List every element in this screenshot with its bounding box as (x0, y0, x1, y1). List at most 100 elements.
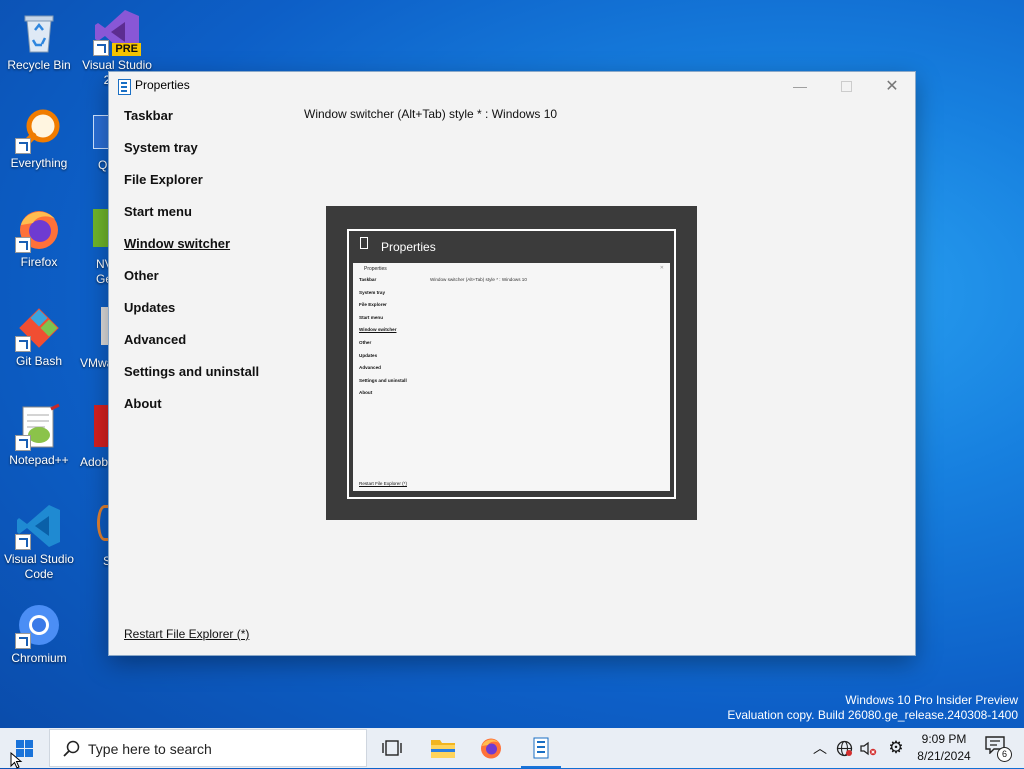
recycle-bin-icon (15, 8, 63, 56)
shortcut-arrow-icon (15, 237, 31, 253)
shortcut-arrow-icon (15, 435, 31, 451)
nav-item-advanced[interactable]: Advanced (124, 330, 259, 362)
network-tray-button[interactable] (834, 738, 854, 758)
window-switcher-style-setting[interactable]: Window switcher (Alt+Tab) style * : Wind… (304, 107, 557, 121)
shortcut-arrow-icon (93, 40, 109, 56)
taskbar: Type here to search ︿ ⚙ 9:09 PM 8/21/202… (0, 728, 1024, 768)
nav-item-settings-and-uninstall[interactable]: Settings and uninstall (124, 362, 259, 394)
git-bash-icon (15, 304, 63, 352)
thumbnail-nav-item: Settings and uninstall (359, 377, 407, 383)
minimize-icon: — (793, 78, 807, 94)
properties-app-icon (118, 79, 131, 95)
shortcut-arrow-icon (15, 138, 31, 154)
close-icon: ✕ (885, 78, 899, 95)
thumbnail-close-icon: ✕ (659, 265, 664, 271)
thumbnail-nav-item: About (359, 390, 373, 396)
evaluation-watermark: Windows 10 Pro Insider Preview Evaluatio… (727, 693, 1018, 723)
visual-studio-icon: PRE (93, 8, 141, 56)
thumbnail-nav-item: Other (359, 339, 372, 345)
desktop-icon-label: Firefox (20, 255, 58, 269)
thumbnail-nav-item: Window switcher (359, 327, 397, 333)
taskbar-file-explorer[interactable] (419, 728, 467, 768)
desktop-icon-recycle-bin[interactable]: Recycle Bin (1, 8, 77, 73)
nav-item-other[interactable]: Other (124, 266, 259, 298)
desktop-icon-git-bash[interactable]: Git Bash (1, 304, 77, 369)
thumbnail-title: Properties (364, 266, 387, 272)
firefox-icon (15, 205, 63, 253)
notepad-plus-plus-icon (15, 403, 63, 451)
partial-desktop-icon[interactable] (101, 307, 109, 345)
desktop-icon-label: Visual Studio Code (4, 552, 74, 581)
taskbar-clock[interactable]: 9:09 PM 8/21/2024 (911, 731, 977, 765)
watermark-line-2: Evaluation copy. Build 26080.ge_release.… (727, 708, 1018, 722)
nav-item-about[interactable]: About (124, 394, 259, 426)
nav-item-taskbar[interactable]: Taskbar (124, 106, 259, 138)
notification-center-button[interactable]: 6 (985, 736, 1012, 762)
window-titlebar[interactable]: Properties — ✕ (109, 72, 915, 100)
nav-item-system-tray[interactable]: System tray (124, 138, 259, 170)
desktop-icon-label: Recycle Bin (7, 58, 71, 72)
window-title: Properties (135, 78, 190, 92)
search-placeholder: Type here to search (88, 741, 212, 757)
partial-desktop-icon[interactable] (94, 405, 109, 447)
settings-nav: Taskbar System tray File Explorer Start … (124, 106, 259, 426)
thumbnail-nav-item: Updates (359, 352, 378, 358)
nav-item-start-menu[interactable]: Start menu (124, 202, 259, 234)
desktop-icon-label: Chromium (11, 651, 67, 665)
shortcut-arrow-icon (15, 534, 31, 550)
thumbnail-nav-item: Taskbar (359, 277, 377, 282)
shortcut-arrow-icon (15, 336, 31, 352)
thumbnail-nav-item: File Explorer (359, 302, 387, 308)
thumbnail-nav-item: System tray (359, 289, 386, 295)
partial-desktop-label: Adob (80, 455, 109, 469)
alt-tab-preview: Properties Properties ✕ Taskbar System t… (326, 206, 697, 520)
desktop-icon-chromium[interactable]: Chromium (1, 601, 77, 666)
volume-tray-button[interactable] (858, 738, 878, 758)
minimize-button[interactable]: — (777, 72, 823, 100)
start-button[interactable] (0, 728, 48, 768)
watermark-line-1: Windows 10 Pro Insider Preview (845, 693, 1018, 707)
settings-tray-button[interactable]: ⚙ (886, 738, 906, 758)
taskbar-search-box[interactable]: Type here to search (49, 729, 367, 767)
nav-item-updates[interactable]: Updates (124, 298, 259, 330)
preview-thumbnail: Properties ✕ Taskbar System tray File Ex… (353, 263, 670, 491)
properties-window: Properties — ✕ Taskbar System tray File … (109, 72, 915, 655)
task-view-button[interactable] (368, 728, 416, 768)
gear-icon: ⚙ (888, 738, 904, 757)
desktop-icon-vscode[interactable]: Visual Studio Code (1, 502, 77, 582)
vscode-icon (15, 502, 63, 550)
maximize-button[interactable] (823, 72, 869, 100)
desktop-icon-label: Everything (10, 156, 68, 170)
mouse-cursor-icon (10, 752, 23, 769)
thumbnail-setting: Window switcher (Alt+Tab) style * : Wind… (430, 277, 527, 282)
folder-icon (431, 740, 455, 758)
task-view-icon (382, 740, 402, 756)
desktop-icon-label: Git Bash (15, 354, 63, 368)
clock-time: 9:09 PM (921, 732, 967, 746)
clock-date: 8/21/2024 (917, 749, 971, 763)
everything-search-icon (15, 106, 63, 154)
speaker-muted-icon (860, 741, 877, 755)
desktop-icon-firefox[interactable]: Firefox (1, 205, 77, 270)
thumbnail-nav: Taskbar System tray File Explorer Start … (359, 277, 407, 403)
restart-file-explorer-link[interactable]: Restart File Explorer (*) (124, 627, 249, 641)
desktop-icon-notepad-plus-plus[interactable]: Notepad++ (1, 403, 77, 468)
preview-selected-frame: Properties Properties ✕ Taskbar System t… (347, 229, 676, 499)
desktop-icon-everything[interactable]: Everything (1, 106, 77, 171)
nav-item-file-explorer[interactable]: File Explorer (124, 170, 259, 202)
nav-item-window-switcher[interactable]: Window switcher (124, 234, 259, 266)
show-hidden-icons-button[interactable]: ︿ (810, 738, 830, 758)
properties-app-icon (533, 737, 549, 759)
maximize-icon (840, 80, 852, 92)
chevron-up-icon: ︿ (813, 740, 827, 756)
taskbar-firefox[interactable] (467, 728, 515, 768)
close-button[interactable]: ✕ (869, 72, 915, 100)
taskbar-properties-app[interactable] (517, 728, 565, 768)
partial-desktop-label: Q (98, 158, 108, 172)
pre-badge: PRE (112, 43, 141, 56)
preview-title: Properties (381, 240, 436, 254)
partial-desktop-icon[interactable] (93, 209, 109, 247)
thumbnail-nav-item: Advanced (359, 365, 381, 371)
chromium-icon (15, 601, 63, 649)
shortcut-arrow-icon (15, 633, 31, 649)
